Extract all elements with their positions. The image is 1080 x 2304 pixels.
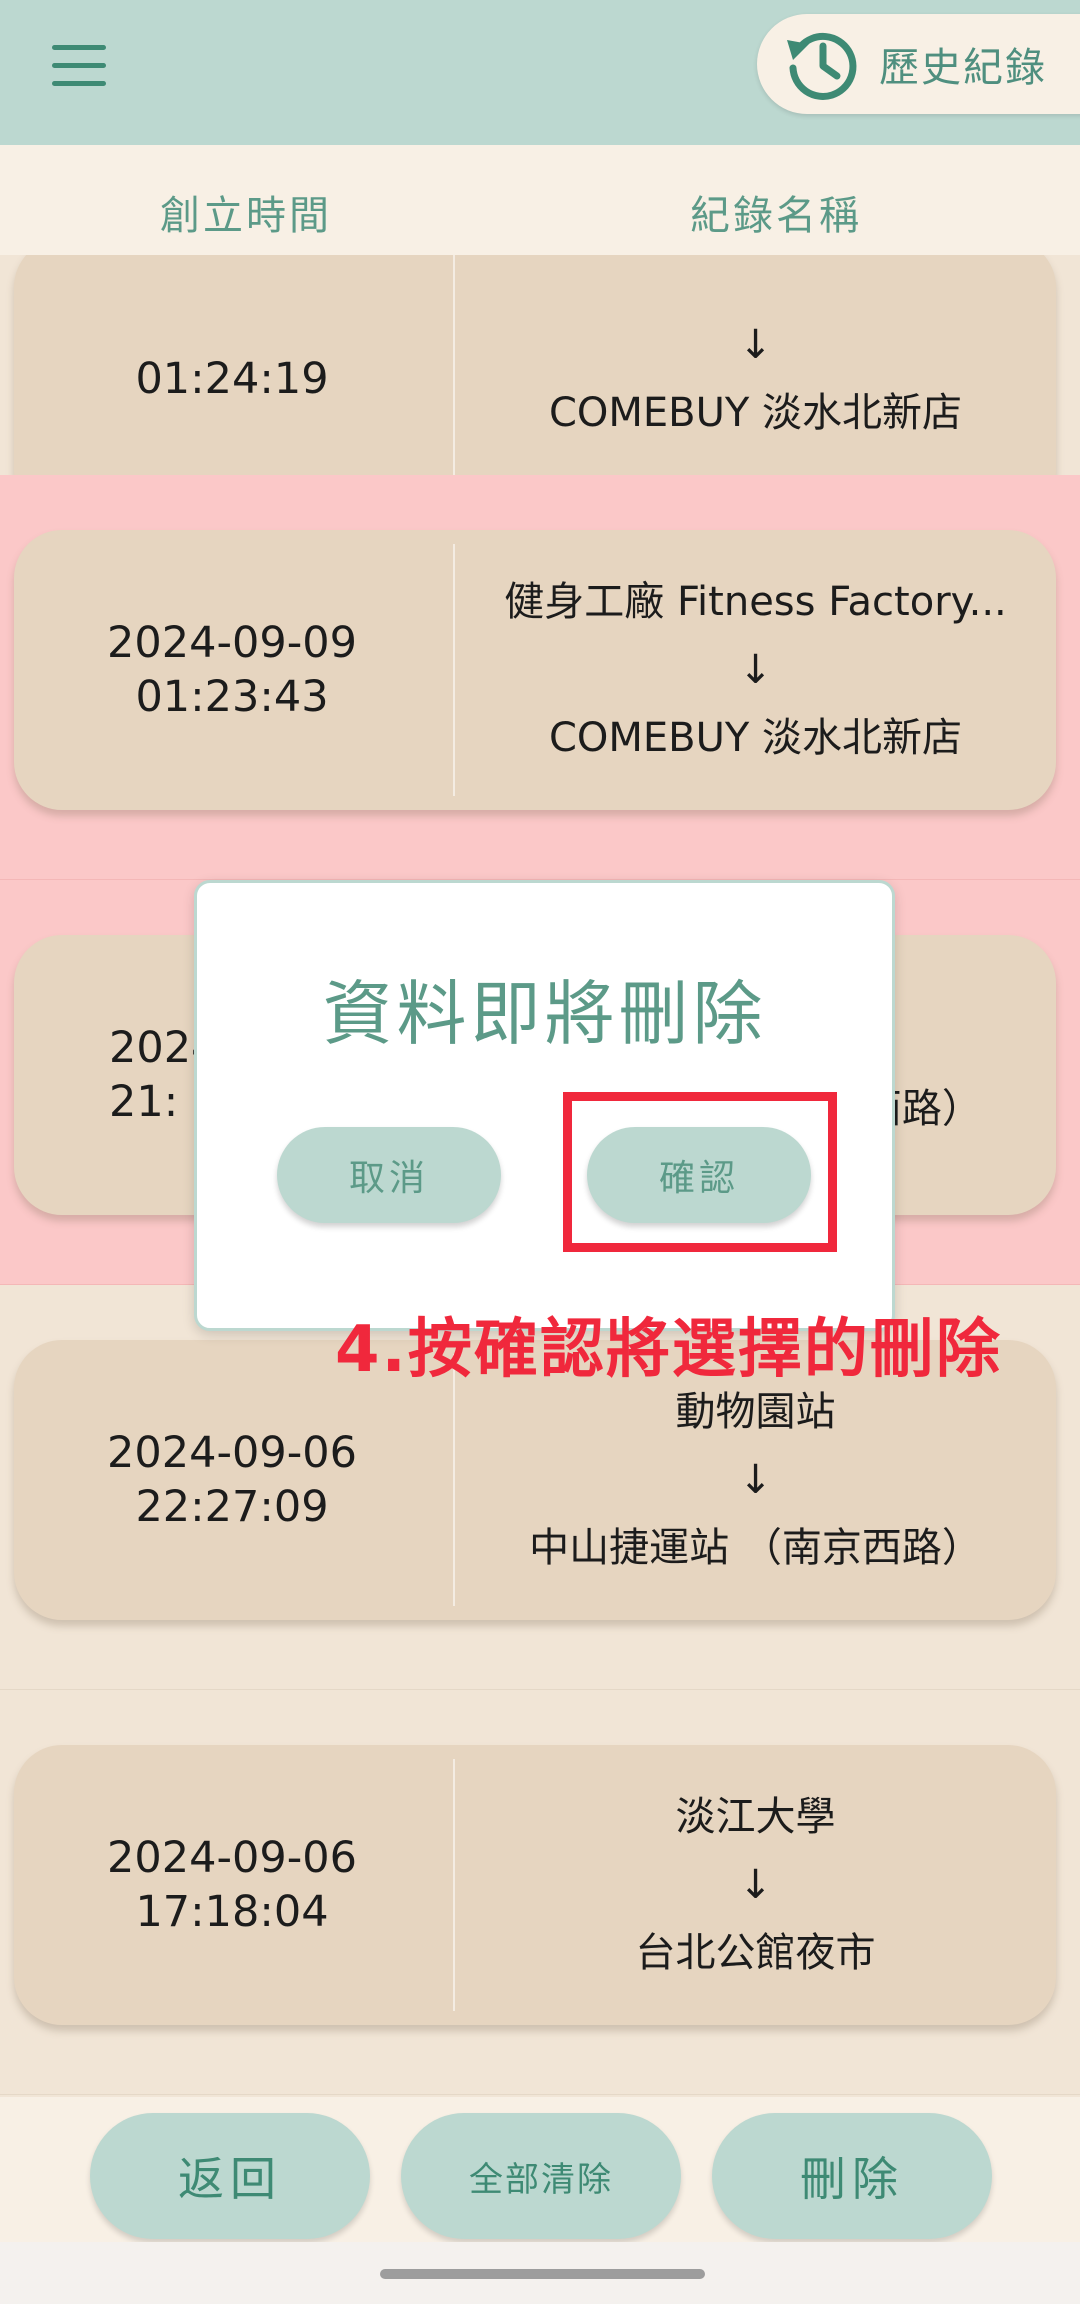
record-time: 01:24:19 (135, 354, 329, 404)
app-bar: 歷史紀錄 (0, 0, 1080, 145)
back-button[interactable]: 返回 (90, 2113, 370, 2239)
record-time: 21: (109, 1077, 179, 1127)
record-row: 2024-09-09 01:23:43 健身工廠 Fitness Factory… (0, 475, 1080, 881)
record-card[interactable]: 2024-09-06 17:18:04 淡江大學 ↓ 台北公館夜市 (14, 1745, 1056, 2025)
highlight-box (563, 1092, 837, 1252)
route-to: 台北公館夜市 (635, 1930, 876, 1976)
delete-button[interactable]: 刪除 (712, 2113, 992, 2239)
record-card[interactable]: 2024-09-09 01:23:43 健身工廠 Fitness Factory… (14, 530, 1056, 810)
annotation-text: 4.按確認將選擇的刪除 (335, 1313, 1002, 1387)
record-row: 2024-09-06 17:18:04 淡江大學 ↓ 台北公館夜市 (0, 1690, 1080, 2095)
record-date: 2024-09-09 (107, 618, 357, 668)
route-arrow: ↓ (738, 322, 773, 368)
record-time: 17:18:04 (135, 1887, 329, 1937)
clear-all-button[interactable]: 全部清除 (401, 2113, 681, 2239)
home-gesture-handle[interactable] (380, 2269, 705, 2279)
column-record-name: 紀錄名稱 (690, 193, 862, 239)
cancel-button[interactable]: 取消 (277, 1127, 501, 1223)
record-time: 01:23:43 (135, 672, 329, 722)
system-nav-bar (0, 2242, 1080, 2304)
route-arrow: ↓ (738, 647, 773, 693)
history-title: 歷史紀錄 (879, 45, 1047, 91)
record-date: 2024-09-06 (107, 1833, 357, 1883)
route-to: 中山捷運站 （南京西路） (529, 1525, 982, 1571)
route-arrow: ↓ (738, 1457, 773, 1503)
route-arrow: ↓ (738, 1862, 773, 1908)
route-to: COMEBUY 淡水北新店 (548, 390, 963, 436)
record-date: 2024-09-06 (107, 1428, 357, 1478)
history-icon (787, 33, 857, 100)
record-time: 22:27:09 (135, 1482, 329, 1532)
menu-icon[interactable] (52, 45, 106, 87)
route-to: COMEBUY 淡水北新店 (548, 715, 963, 761)
route-from: 淡江大學 (675, 1794, 836, 1840)
column-header: 創立時間 紀錄名稱 (0, 145, 1080, 255)
dialog-title: 資料即將刪除 (322, 973, 767, 1055)
column-created-time: 創立時間 (160, 193, 332, 239)
history-button[interactable]: 歷史紀錄 (757, 14, 1080, 114)
bottom-action-bar: 返回 全部清除 刪除 (0, 2097, 1080, 2242)
route-from: 健身工廠 Fitness Factory... (504, 579, 1007, 625)
